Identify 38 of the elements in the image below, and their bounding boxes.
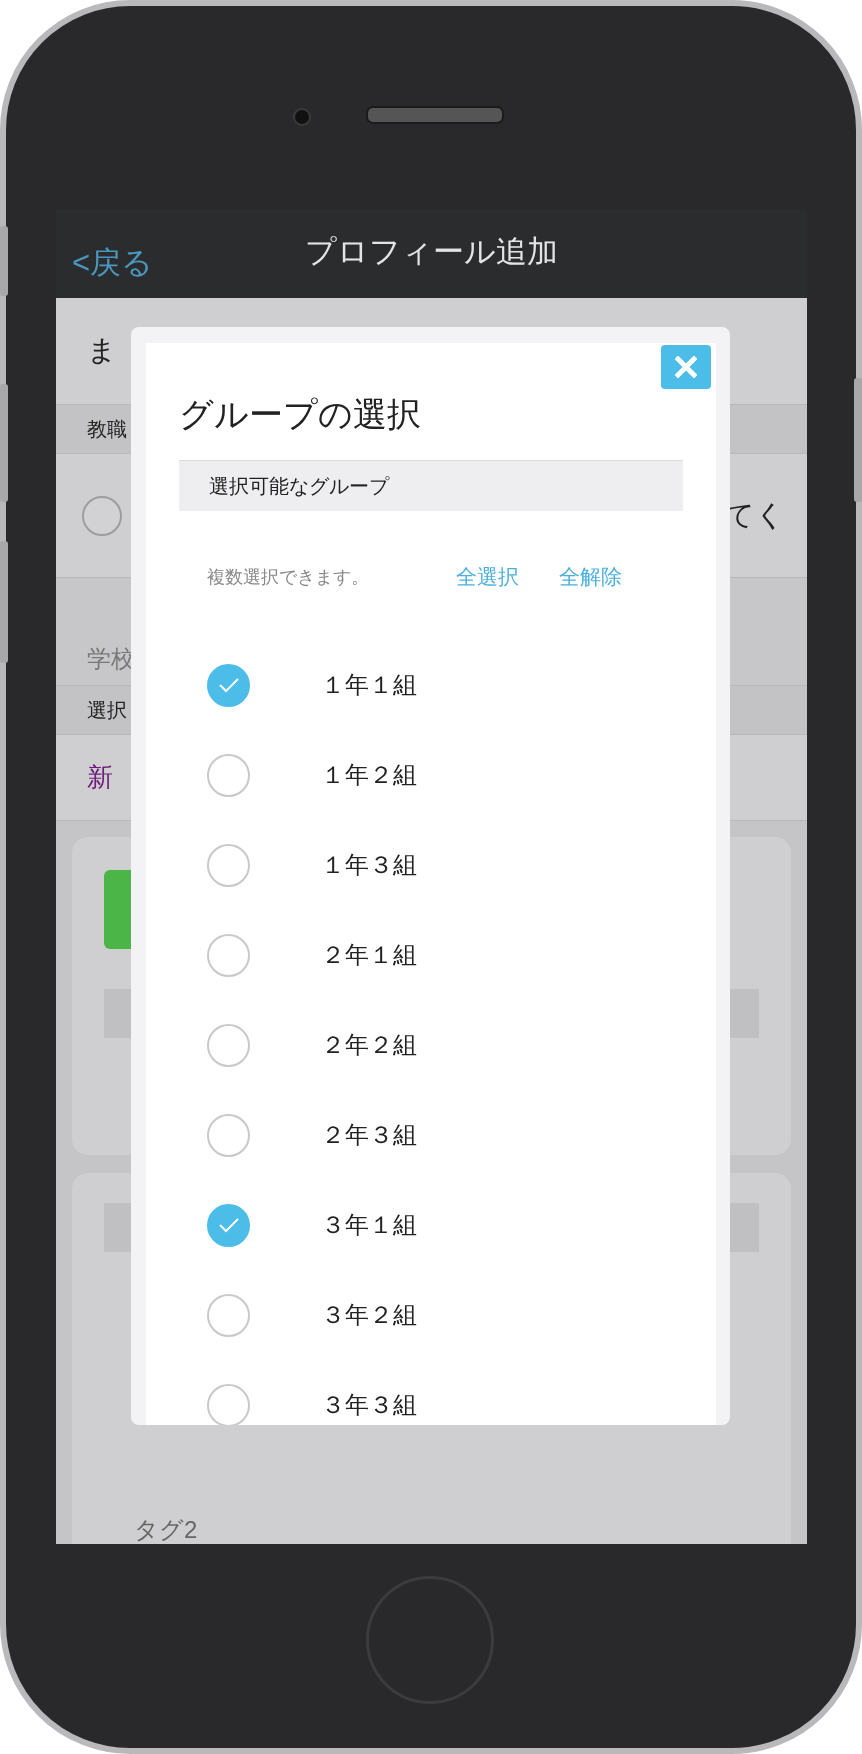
group-label[interactable]: ３年２組 xyxy=(321,1299,417,1331)
group-label[interactable]: ２年１組 xyxy=(321,939,417,971)
side-button[interactable] xyxy=(0,384,8,502)
dialog-title: グループの選択 xyxy=(179,394,422,435)
group-label[interactable]: ２年２組 xyxy=(321,1029,417,1061)
checkbox[interactable] xyxy=(207,663,250,707)
close-icon xyxy=(675,356,697,378)
hint-text: 複数選択できます。 xyxy=(207,566,370,589)
checkmark-icon xyxy=(217,1217,240,1233)
checkbox[interactable] xyxy=(207,753,250,797)
checkbox[interactable] xyxy=(207,843,250,887)
section-header: 教職 xyxy=(87,416,127,442)
group-label[interactable]: １年２組 xyxy=(321,759,417,791)
section-header: 選択可能なグループ xyxy=(179,460,683,511)
checkbox[interactable] xyxy=(207,1383,250,1425)
checkbox[interactable] xyxy=(207,1293,250,1337)
new-link[interactable]: 新 xyxy=(87,760,113,795)
tag-label: タグ2 xyxy=(134,1515,199,1544)
name-text: ま xyxy=(87,333,117,368)
radio-button[interactable] xyxy=(82,495,122,536)
checkbox[interactable] xyxy=(207,933,250,977)
section-header: 選択 xyxy=(87,697,127,723)
side-button[interactable] xyxy=(854,378,862,502)
group-label[interactable]: ３年１組 xyxy=(321,1209,417,1241)
checkbox[interactable] xyxy=(207,1023,250,1067)
close-button[interactable] xyxy=(661,345,711,389)
group-label[interactable]: １年１組 xyxy=(321,669,417,701)
checkbox[interactable] xyxy=(207,1203,250,1247)
side-button[interactable] xyxy=(0,226,8,296)
screen-title: プロフィール追加 xyxy=(305,233,558,271)
group-label[interactable]: ３年３組 xyxy=(321,1389,417,1421)
camera-icon xyxy=(293,108,311,126)
checkbox[interactable] xyxy=(207,1113,250,1157)
group-label[interactable]: ２年３組 xyxy=(321,1119,417,1151)
side-button[interactable] xyxy=(0,541,8,663)
back-button[interactable]: <戻る xyxy=(72,241,154,284)
checkmark-icon xyxy=(217,677,240,693)
group-label[interactable]: １年３組 xyxy=(321,849,417,881)
